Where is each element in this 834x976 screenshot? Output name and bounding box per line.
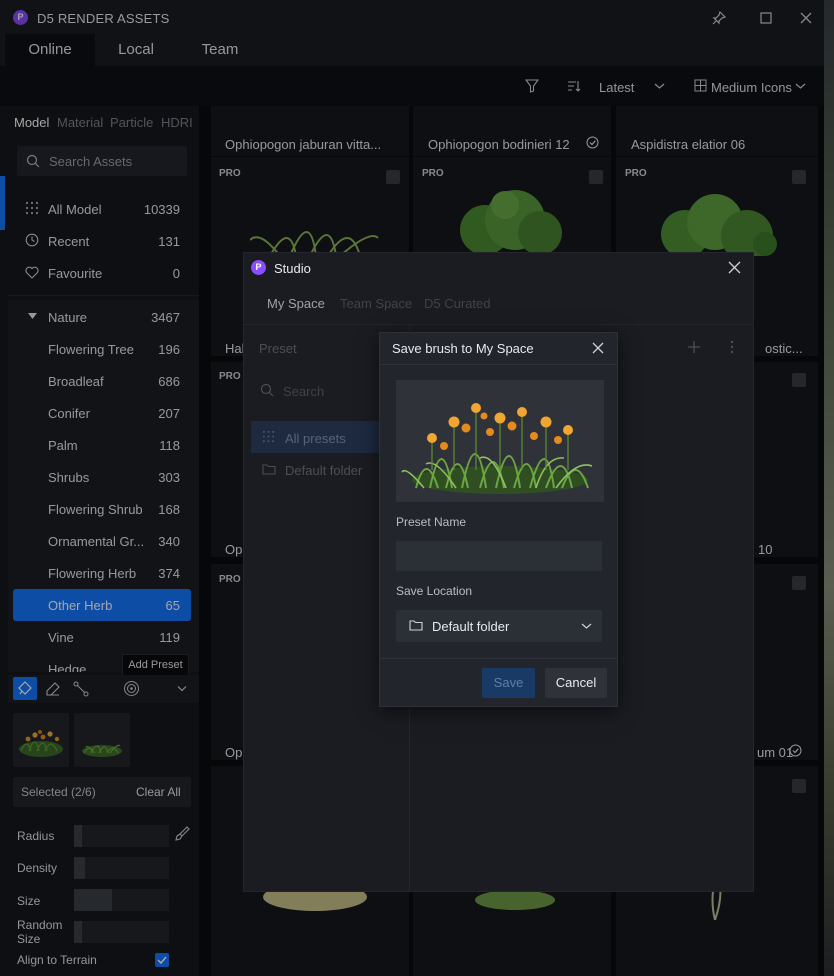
folder-label: All presets [285,431,346,446]
preset-name-label: Preset Name [396,515,467,529]
studio-tab-d5-curated[interactable]: D5 Curated [424,296,490,311]
more-options-icon[interactable] [730,340,734,354]
close-icon[interactable] [592,342,604,354]
studio-search-input[interactable]: Search [283,384,324,399]
preset-name-input[interactable] [396,541,602,571]
save-dialog-title: Save brush to My Space [392,341,534,356]
divider [244,324,753,325]
preset-label: Preset [259,341,297,356]
divider [380,364,617,365]
plus-icon[interactable] [687,340,701,354]
chevron-down-icon[interactable] [581,622,592,630]
save-button[interactable]: Save [482,668,535,698]
cancel-button[interactable]: Cancel [545,668,607,698]
search-icon [260,383,274,397]
folder-label: Default folder [285,463,363,478]
studio-logo: P [251,260,266,275]
save-location-label: Save Location [396,584,473,598]
brush-preview-image [396,380,604,502]
close-icon[interactable] [728,261,741,274]
folder-icon [409,619,423,631]
folder-icon [262,463,276,475]
studio-title: Studio [274,261,311,276]
save-location-value: Default folder [432,619,510,634]
grid-dots-icon [262,430,275,443]
studio-tab-team-space[interactable]: Team Space [340,296,412,311]
divider [380,658,617,659]
studio-tab-my-space[interactable]: My Space [267,296,325,311]
